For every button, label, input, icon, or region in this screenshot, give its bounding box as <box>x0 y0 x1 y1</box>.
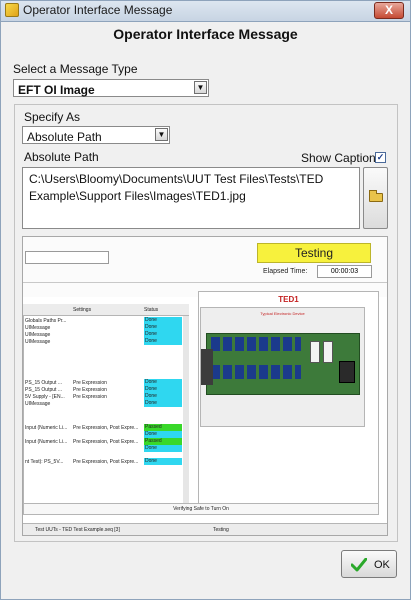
preview-step-status: Done <box>144 400 182 407</box>
preview-step-name: UIMessage <box>25 332 51 338</box>
preview-divider <box>23 282 387 283</box>
preview-step-name: PS_15 Output ... <box>25 380 62 386</box>
preview-step-status: Done <box>144 393 182 400</box>
checkmark-icon <box>351 558 367 572</box>
specify-as-select[interactable]: Absolute Path ▼ <box>22 126 170 144</box>
preview-step-status: Done <box>144 458 182 465</box>
preview-step-name: Input (Numeric Li... <box>25 439 68 445</box>
preview-step-settings: Pre Expression, Post Expre... <box>73 439 139 445</box>
preview-scrollbar <box>183 316 189 504</box>
preview-step-status: Done <box>144 324 182 331</box>
preview-step-name: UIMessage <box>25 401 51 407</box>
preview-col-settings: Settings <box>73 307 92 313</box>
preview-step-status: Done <box>144 317 182 324</box>
preview-step-name: PS_15 Output ... <box>25 387 62 393</box>
preview-footer-text: Verifying Safe to Turn On <box>173 506 229 512</box>
specify-as-label: Specify As <box>24 110 81 124</box>
browse-button[interactable] <box>363 167 388 229</box>
absolute-path-label: Absolute Path <box>24 150 99 164</box>
preview-elapsed-label: Elapsed Time: <box>263 268 308 275</box>
preview-step-name: 5V Supply - [EN... <box>25 394 65 400</box>
preview-step-settings: Pre Expression <box>73 380 107 386</box>
show-caption-label: Show Caption <box>301 151 376 165</box>
dialog-heading: Operator Interface Message <box>113 26 298 42</box>
preview-step-status: Done <box>144 338 182 345</box>
image-preview: Testing Elapsed Time: 00:00:03 Settings … <box>22 236 388 536</box>
message-type-select[interactable]: EFT OI Image ▼ <box>13 79 209 97</box>
preview-step-name: nt Test): PS_5V... <box>25 459 64 465</box>
specify-as-value: Absolute Path <box>27 130 102 144</box>
ok-button-label: OK <box>374 559 390 571</box>
window-title: Operator Interface Message <box>23 3 173 17</box>
preview-image-caption: TED1 <box>278 295 299 304</box>
preview-step-status: Done <box>144 431 182 438</box>
preview-status-badge: Testing <box>257 243 371 263</box>
board-relay <box>310 341 320 363</box>
board-edge-connector <box>201 349 213 385</box>
preview-step-name: UIMessage <box>25 325 51 331</box>
preview-statusbar-right: Testing <box>213 527 229 533</box>
preview-board-subtitle: Typical Electronic Device <box>260 311 305 316</box>
preview-step-name: Input (Numeric Li... <box>25 425 68 431</box>
board-chips-row <box>211 337 301 351</box>
preview-table-header <box>23 304 189 316</box>
preview-elapsed-value: 00:00:03 <box>317 265 372 278</box>
preview-step-settings: Pre Expression <box>73 387 107 393</box>
absolute-path-field[interactable]: C:\Users\Bloomy\Documents\UUT Test Files… <box>22 167 360 229</box>
board-chips-row <box>211 365 301 379</box>
close-button[interactable]: X <box>374 2 404 19</box>
board-relay <box>323 341 333 363</box>
chevron-down-icon[interactable]: ▼ <box>155 128 168 141</box>
message-type-value: EFT OI Image <box>18 83 95 97</box>
preview-step-status: Done <box>144 386 182 393</box>
preview-step-settings: Pre Expression, Post Expre... <box>73 425 139 431</box>
chevron-down-icon[interactable]: ▼ <box>194 81 207 94</box>
preview-statusbar-left: Test UUTs - TED Test Example.seq [3] <box>35 527 120 533</box>
preview-step-status: Done <box>144 445 182 452</box>
preview-col-status: Status <box>144 307 159 313</box>
folder-icon <box>369 190 383 202</box>
preview-step-name: UIMessage <box>25 339 51 345</box>
show-caption-checkbox[interactable]: ✓ <box>375 152 386 163</box>
preview-step-status: Done <box>144 331 182 338</box>
board-connector <box>339 361 355 383</box>
preview-step-settings: Pre Expression, Post Expre... <box>73 459 139 465</box>
preview-step-name: Globals Paths Pr... <box>25 318 67 324</box>
preview-step-settings: Pre Expression <box>73 394 107 400</box>
message-type-label: Select a Message Type <box>13 62 138 76</box>
preview-step-status: Passed <box>144 438 182 445</box>
preview-step-status: Done <box>144 379 182 386</box>
preview-input-box <box>25 251 109 264</box>
ok-button[interactable]: OK <box>341 550 397 578</box>
preview-step-status: Passed <box>144 424 182 431</box>
app-icon <box>5 3 19 17</box>
